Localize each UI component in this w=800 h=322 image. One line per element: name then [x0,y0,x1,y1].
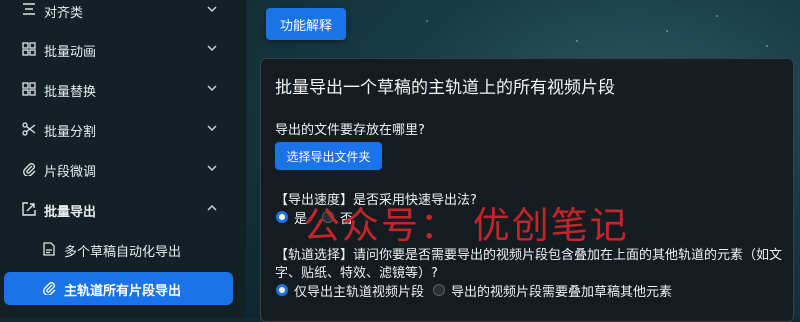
sidebar-item-label: 批量替换 [44,85,97,100]
sidebar-subitem-main-track-export[interactable]: 主轨道所有片段导出 [4,272,233,305]
sidebar-item-clip-adjust[interactable]: 片段微调 [0,150,238,190]
sidebar-item-batch-replace[interactable]: 批量替换 [0,70,238,110]
sidebar-item-label: 批量动画 [44,45,97,60]
save-location-question: 导出的文件要存放在哪里? [275,123,425,138]
chevron-down-icon[interactable] [206,82,218,94]
document-icon [42,242,56,256]
chevron-down-icon[interactable] [206,162,218,174]
chevron-down-icon[interactable] [206,122,218,134]
help-button[interactable]: 功能解释 [266,8,346,40]
main-panel: 功能解释 批量导出一个草稿的主轨道上的所有视频片段 导出的文件要存放在哪里? 选… [246,0,800,322]
sidebar-item-batch-animation[interactable]: 批量动画 [0,30,238,70]
sidebar-item-label: 片段微调 [44,165,97,180]
sidebar: 对齐类 批量动画 批量替换 批量分割 片段微调 批量导出 多个草稿自动化导出 主… [0,0,246,318]
grid-icon [22,82,36,96]
sidebar-item-label: 批量导出 [44,205,97,220]
grid-icon [22,42,36,56]
paperclip-icon [22,162,36,177]
track-main-only-radio[interactable] [276,284,288,296]
chevron-up-icon[interactable] [206,202,218,214]
track-overlay-label[interactable]: 导出的视频片段需要叠加草稿其他元素 [451,281,672,300]
card-title: 批量导出一个草稿的主轨道上的所有视频片段 [275,78,615,98]
speed-yes-radio[interactable] [276,211,288,223]
choose-folder-button[interactable]: 选择导出文件夹 [275,142,382,170]
export-card: 批量导出一个草稿的主轨道上的所有视频片段 导出的文件要存放在哪里? 选择导出文件… [260,58,794,322]
track-question-line2: 字、贴纸、特效、滤镜等）? [275,266,438,281]
scissors-icon [22,122,36,136]
sidebar-item-batch-split[interactable]: 批量分割 [0,110,238,150]
track-overlay-radio[interactable] [433,284,445,296]
sidebar-item-label: 对齐类 [44,6,84,21]
sidebar-item-batch-export[interactable]: 批量导出 [0,190,238,230]
align-icon [22,3,36,17]
watermark: 公众号： 优创笔记 [303,204,629,247]
chevron-down-icon[interactable] [206,3,218,15]
sidebar-item-label: 主轨道所有片段导出 [64,284,182,299]
sidebar-item-label: 批量分割 [44,125,97,140]
export-icon [22,202,36,216]
sidebar-subitem-multi-draft-export[interactable]: 多个草稿自动化导出 [0,230,238,270]
sidebar-item-label: 多个草稿自动化导出 [64,245,182,260]
track-main-only-label[interactable]: 仅导出主轨道视频片段 [294,281,424,300]
paperclip-icon [42,281,56,296]
chevron-down-icon[interactable] [206,42,218,54]
sidebar-item-align[interactable]: 对齐类 [0,0,238,31]
